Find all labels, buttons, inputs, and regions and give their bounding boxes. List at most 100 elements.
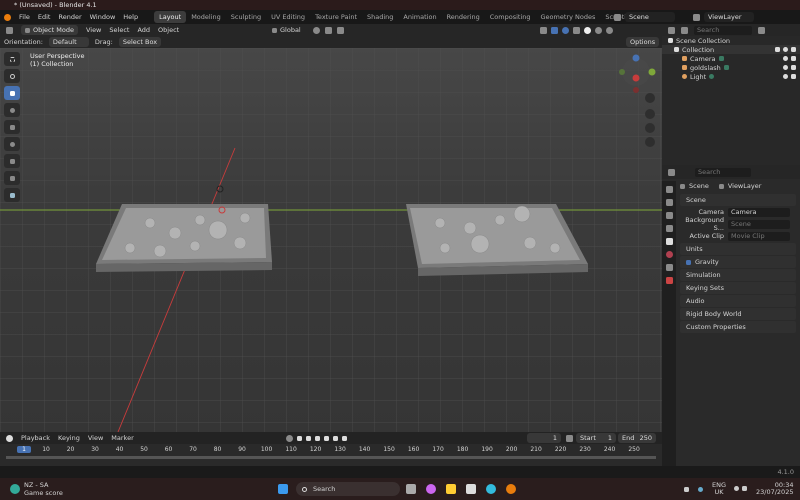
blender-logo-icon[interactable] bbox=[4, 13, 11, 21]
scale-tool-icon[interactable] bbox=[4, 120, 20, 134]
panel-scene[interactable]: Scene bbox=[680, 194, 796, 206]
editor-type-icon[interactable] bbox=[6, 26, 13, 34]
scene-collection-row[interactable]: Scene Collection bbox=[662, 36, 800, 45]
end-frame-field[interactable]: End 250 bbox=[618, 433, 656, 443]
tab-shading[interactable]: Shading bbox=[362, 11, 398, 23]
tab-rendering[interactable]: Rendering bbox=[442, 11, 485, 23]
collection-row[interactable]: Collection bbox=[662, 45, 800, 54]
proportional-edit-icon[interactable] bbox=[337, 26, 344, 34]
panel-audio[interactable]: Audio bbox=[680, 295, 796, 307]
output-tab-icon[interactable] bbox=[665, 212, 673, 219]
snap-icon[interactable] bbox=[325, 26, 332, 34]
tab-compositing[interactable]: Compositing bbox=[485, 11, 536, 23]
select-box-tool-icon[interactable] bbox=[4, 52, 20, 66]
measure-tool-icon[interactable] bbox=[4, 171, 20, 185]
panel-custom-properties[interactable]: Custom Properties bbox=[680, 321, 796, 333]
texture-tab-icon[interactable] bbox=[665, 277, 673, 284]
overlays-icon[interactable] bbox=[551, 26, 558, 34]
start-frame-field[interactable]: Start 1 bbox=[576, 433, 616, 443]
panel-units[interactable]: Units bbox=[680, 243, 796, 255]
rotate-tool-icon[interactable] bbox=[4, 103, 20, 117]
timeline-ruler[interactable]: 1 10 20 30 40 50 60 70 80 90 100 110 120 130 140 150 160… bbox=[0, 444, 662, 466]
transform-orientation[interactable]: Global bbox=[272, 26, 301, 34]
view-menu[interactable]: View bbox=[88, 434, 103, 442]
eye-icon[interactable] bbox=[783, 56, 800, 61]
wireframe-shading-icon[interactable] bbox=[573, 26, 580, 34]
store-icon[interactable] bbox=[466, 484, 476, 494]
pan-hand-icon[interactable] bbox=[645, 109, 655, 119]
scene-tab-icon[interactable] bbox=[665, 238, 673, 245]
3d-viewport[interactable] bbox=[0, 48, 662, 432]
tab-modeling[interactable]: Modeling bbox=[186, 11, 226, 23]
gravity-checkbox[interactable] bbox=[686, 259, 691, 265]
jump-end-icon[interactable] bbox=[342, 435, 347, 441]
options-dropdown[interactable]: Options bbox=[626, 37, 660, 47]
windows-start-icon[interactable] bbox=[278, 484, 288, 494]
next-keyframe-icon[interactable] bbox=[333, 435, 338, 441]
pivot-icon[interactable] bbox=[313, 26, 320, 34]
prev-keyframe-icon[interactable] bbox=[306, 435, 311, 441]
panel-simulation[interactable]: Simulation bbox=[680, 269, 796, 281]
background-scene-field[interactable]: Scene bbox=[728, 219, 790, 229]
outliner-search[interactable]: Search bbox=[694, 25, 752, 35]
transform-tool-icon[interactable] bbox=[4, 137, 20, 151]
outliner-item-light[interactable]: Light bbox=[662, 72, 800, 81]
playback-menu[interactable]: Playback bbox=[21, 434, 50, 442]
tool-tab-icon[interactable] bbox=[665, 186, 673, 193]
tab-uv-editing[interactable]: UV Editing bbox=[266, 11, 310, 23]
cursor-tool-icon[interactable] bbox=[4, 69, 20, 83]
move-tool-icon[interactable] bbox=[4, 86, 20, 100]
timeline-scrollbar[interactable] bbox=[6, 456, 656, 459]
outliner-view-icon[interactable] bbox=[681, 26, 688, 34]
active-clip-field[interactable]: Movie Clip bbox=[728, 231, 790, 241]
outliner-item-goldslash[interactable]: goldslash bbox=[662, 63, 800, 72]
menu-file[interactable]: File bbox=[19, 13, 30, 21]
orientation-dropdown[interactable]: Default bbox=[48, 37, 89, 47]
menu-select[interactable]: Select bbox=[109, 26, 129, 34]
view-layer-tab-icon[interactable] bbox=[665, 225, 673, 232]
properties-search[interactable]: Search bbox=[695, 167, 751, 177]
view-layer-selector[interactable]: ViewLayer bbox=[704, 12, 754, 22]
timeline-editor-icon[interactable] bbox=[6, 434, 13, 442]
properties-editor-icon[interactable] bbox=[668, 168, 675, 176]
annotate-tool-icon[interactable] bbox=[4, 154, 20, 168]
camera-view-icon[interactable] bbox=[645, 123, 655, 133]
xray-icon[interactable] bbox=[562, 26, 569, 34]
widget-news[interactable]: NZ - SA Game score bbox=[10, 481, 63, 497]
play-icon[interactable] bbox=[324, 435, 329, 441]
zoom-icon[interactable] bbox=[645, 93, 655, 103]
menu-add[interactable]: Add bbox=[137, 26, 150, 34]
edge-icon[interactable] bbox=[486, 484, 496, 494]
tab-texture-paint[interactable]: Texture Paint bbox=[310, 11, 362, 23]
scene-selector[interactable]: Scene bbox=[625, 12, 675, 22]
tab-sculpting[interactable]: Sculpting bbox=[226, 11, 266, 23]
playhead[interactable]: 1 bbox=[17, 446, 31, 453]
taskbar-search[interactable]: Search bbox=[296, 482, 400, 496]
render-tab-icon[interactable] bbox=[665, 199, 673, 206]
tab-geometry-nodes[interactable]: Geometry Nodes bbox=[536, 11, 601, 23]
drag-dropdown[interactable]: Select Box bbox=[118, 37, 162, 47]
copilot-icon[interactable] bbox=[426, 484, 436, 494]
blender-app-icon[interactable] bbox=[506, 484, 516, 494]
panel-gravity[interactable]: Gravity bbox=[680, 256, 796, 268]
menu-view[interactable]: View bbox=[86, 26, 101, 34]
mode-dropdown[interactable]: Object Mode bbox=[21, 25, 78, 35]
eye-icon[interactable] bbox=[783, 74, 800, 79]
eye-icon[interactable] bbox=[783, 65, 800, 70]
outliner-display-icon[interactable] bbox=[668, 26, 675, 34]
preview-range-icon[interactable] bbox=[566, 434, 573, 442]
rendered-shading-icon[interactable] bbox=[606, 26, 613, 34]
solid-shading-icon[interactable] bbox=[584, 26, 591, 34]
ortho-grid-icon[interactable] bbox=[645, 137, 655, 147]
menu-help[interactable]: Help bbox=[123, 13, 138, 21]
filter-icon[interactable] bbox=[758, 26, 765, 34]
file-explorer-icon[interactable] bbox=[446, 484, 456, 494]
menu-window[interactable]: Window bbox=[90, 13, 116, 21]
language-indicator[interactable]: ENG UK bbox=[712, 482, 726, 496]
keying-menu[interactable]: Keying bbox=[58, 434, 80, 442]
tab-animation[interactable]: Animation bbox=[398, 11, 441, 23]
task-view-icon[interactable] bbox=[406, 484, 416, 494]
panel-keying-sets[interactable]: Keying Sets bbox=[680, 282, 796, 294]
world-tab-icon[interactable] bbox=[665, 251, 673, 258]
menu-edit[interactable]: Edit bbox=[38, 13, 51, 21]
